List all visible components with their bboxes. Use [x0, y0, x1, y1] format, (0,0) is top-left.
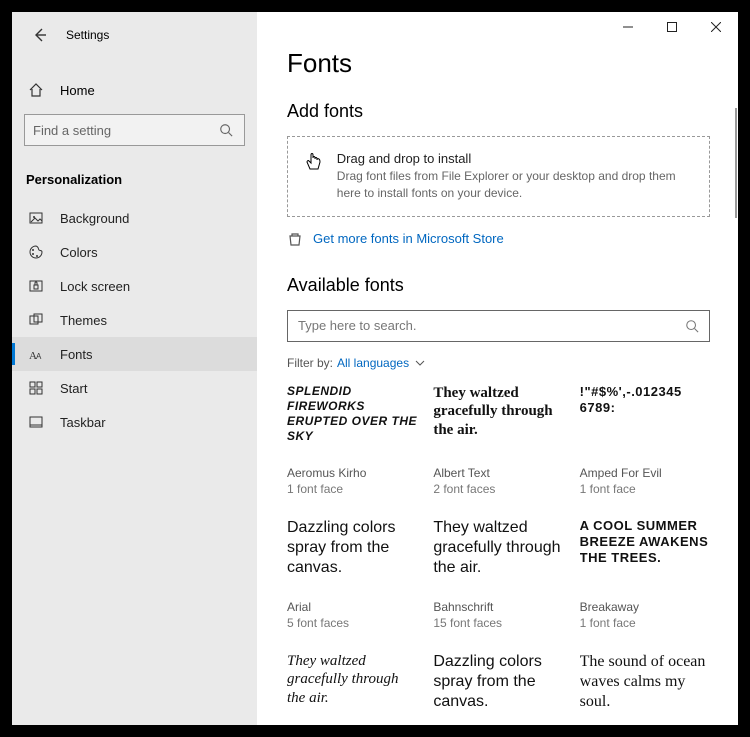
font-name: Bahnschrift [433, 600, 563, 614]
font-preview: Dazzling colors spray from the canvas. [433, 652, 563, 725]
sidebar-item-fonts[interactable]: AA Fonts [12, 337, 257, 371]
font-grid: SPLENDID FIREWORKS ERUPTED OVER THE SKY … [287, 384, 710, 725]
font-faces: 1 font face [287, 482, 417, 496]
sidebar-item-label: Fonts [60, 347, 93, 362]
available-fonts-heading: Available fonts [287, 275, 710, 296]
titlebar-left: Settings [12, 20, 257, 50]
font-search-input[interactable] [298, 318, 685, 333]
filter-label: Filter by: [287, 356, 333, 370]
font-card[interactable]: The sound of ocean waves calms my soul. [580, 652, 710, 725]
sidebar-item-label: Themes [60, 313, 107, 328]
settings-search[interactable] [24, 114, 245, 146]
font-card[interactable]: They waltzed gracefully through the air. [287, 652, 417, 725]
font-preview: !"#$%',-.012345 6789: [580, 384, 710, 460]
sidebar-item-themes[interactable]: Themes [12, 303, 257, 337]
font-faces: 15 font faces [433, 616, 563, 630]
font-name: Aeromus Kirho [287, 466, 417, 480]
font-faces: 2 font faces [433, 482, 563, 496]
sidebar-item-label: Taskbar [60, 415, 106, 430]
font-preview: They waltzed gracefully through the air. [433, 384, 563, 460]
sidebar-item-background[interactable]: Background [12, 201, 257, 235]
minimize-button[interactable] [606, 12, 650, 42]
drop-text: Drag and drop to install Drag font files… [337, 151, 691, 202]
sidebar-item-lockscreen[interactable]: Lock screen [12, 269, 257, 303]
font-name: Albert Text [433, 466, 563, 480]
font-faces: 1 font face [580, 616, 710, 630]
store-icon [287, 231, 303, 247]
sidebar-home[interactable]: Home [12, 72, 257, 108]
font-card[interactable]: SPLENDID FIREWORKS ERUPTED OVER THE SKY … [287, 384, 417, 496]
font-card[interactable]: Dazzling colors spray from the canvas. A… [287, 518, 417, 630]
sidebar-item-taskbar[interactable]: Taskbar [12, 405, 257, 439]
store-link-label: Get more fonts in Microsoft Store [313, 231, 504, 246]
filter-row: Filter by: All languages [287, 356, 710, 370]
sidebar-item-label: Background [60, 211, 129, 226]
sidebar-item-label: Colors [60, 245, 98, 260]
hand-cursor-icon [304, 151, 324, 175]
font-card[interactable]: Dazzling colors spray from the canvas. [433, 652, 563, 725]
home-label: Home [60, 83, 95, 98]
store-link[interactable]: Get more fonts in Microsoft Store [287, 231, 710, 247]
sidebar-item-label: Lock screen [60, 279, 130, 294]
search-icon [216, 123, 236, 137]
category-label: Personalization [12, 164, 257, 201]
font-card[interactable]: !"#$%',-.012345 6789: Amped For Evil 1 f… [580, 384, 710, 496]
sidebar-item-label: Start [60, 381, 87, 396]
font-name: Breakaway [580, 600, 710, 614]
drop-subtext: Drag font files from File Explorer or yo… [337, 168, 691, 202]
back-button[interactable] [24, 20, 56, 50]
search-icon [685, 319, 699, 333]
arrow-left-icon [32, 27, 48, 43]
taskbar-icon [26, 414, 46, 430]
main-content: Fonts Add fonts Drag and drop to install… [257, 12, 738, 725]
font-name: Amped For Evil [580, 466, 710, 480]
font-faces: 5 font faces [287, 616, 417, 630]
svg-text:A: A [36, 352, 42, 361]
font-faces: 1 font face [580, 482, 710, 496]
font-drop-zone[interactable]: Drag and drop to install Drag font files… [287, 136, 710, 217]
font-preview: They waltzed gracefully through the air. [287, 652, 417, 725]
font-card[interactable]: A COOL SUMMER BREEZE AWAKENS THE TREES. … [580, 518, 710, 630]
sidebar-item-colors[interactable]: Colors [12, 235, 257, 269]
home-icon [26, 82, 46, 98]
themes-icon [26, 312, 46, 328]
fonts-icon: AA [26, 346, 46, 362]
font-search[interactable] [287, 310, 710, 342]
chevron-down-icon [415, 358, 425, 368]
scrollbar[interactable] [735, 108, 737, 218]
font-preview: The sound of ocean waves calms my soul. [580, 652, 710, 725]
lock-icon [26, 278, 46, 294]
filter-value: All languages [337, 356, 409, 370]
sidebar-item-start[interactable]: Start [12, 371, 257, 405]
font-card[interactable]: They waltzed gracefully through the air.… [433, 384, 563, 496]
drop-heading: Drag and drop to install [337, 151, 691, 166]
font-name: Arial [287, 600, 417, 614]
font-preview: SPLENDID FIREWORKS ERUPTED OVER THE SKY [287, 384, 417, 460]
window-controls [606, 12, 738, 42]
image-icon [26, 210, 46, 226]
font-card[interactable]: They waltzed gracefully through the air.… [433, 518, 563, 630]
font-preview: A COOL SUMMER BREEZE AWAKENS THE TREES. [580, 518, 710, 594]
add-fonts-heading: Add fonts [287, 101, 710, 122]
sidebar: Settings Home Personalization Background… [12, 12, 257, 725]
maximize-button[interactable] [650, 12, 694, 42]
font-preview: They waltzed gracefully through the air. [433, 518, 563, 594]
page-title: Fonts [287, 48, 710, 79]
start-icon [26, 380, 46, 396]
palette-icon [26, 244, 46, 260]
close-button[interactable] [694, 12, 738, 42]
settings-search-input[interactable] [33, 123, 216, 138]
app-title: Settings [66, 28, 109, 42]
filter-dropdown[interactable]: All languages [337, 356, 425, 370]
font-preview: Dazzling colors spray from the canvas. [287, 518, 417, 594]
